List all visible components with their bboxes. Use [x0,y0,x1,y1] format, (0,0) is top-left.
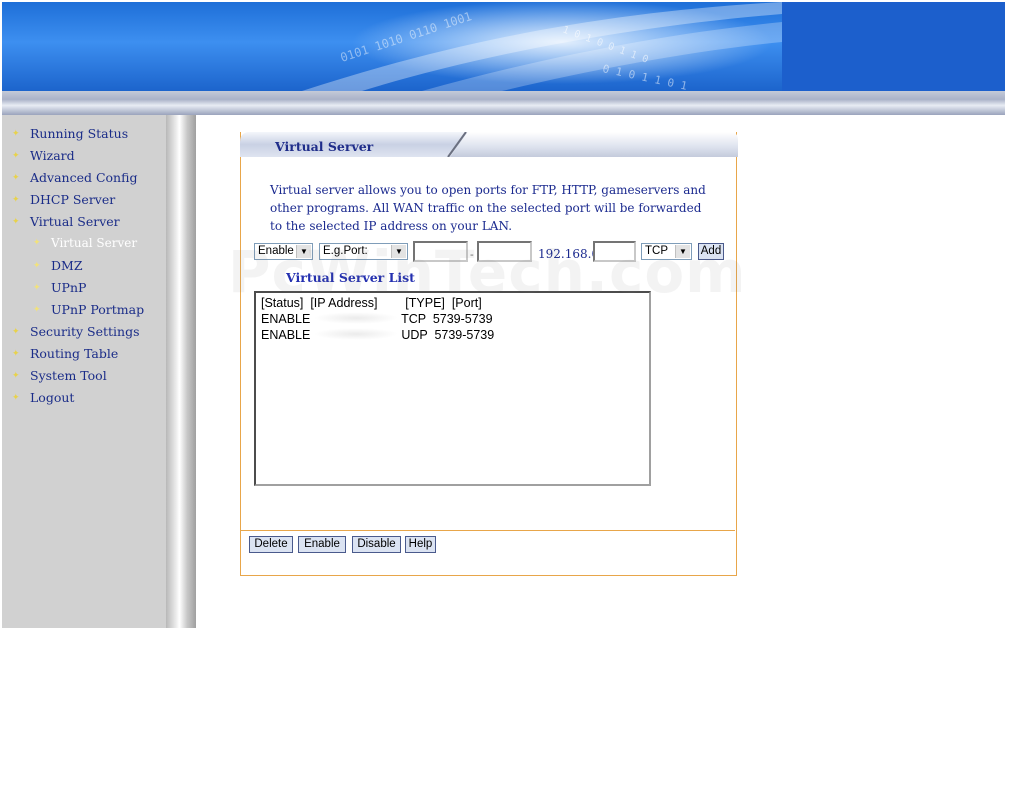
sidebar-item-logout[interactable]: ✦ Logout [12,390,74,405]
sidebar-item-label: DHCP Server [30,192,116,207]
banner-decoration: 0101 1010 0110 1001 1 0 1 0 0 1 1 0 0 1 … [302,2,1005,91]
list-title: Virtual Server List [286,270,415,285]
protocol-type-select-value: TCP [645,245,668,257]
port-preset-select[interactable]: E.g.Port: ▼ [319,243,408,260]
star-bullet-icon: ✦ [33,283,41,293]
sidebar-item-advanced-config[interactable]: ✦ Advanced Config [12,170,137,185]
sidebar-edge [166,115,196,628]
sidebar-item-system-tool[interactable]: ✦ System Tool [12,368,107,383]
sidebar-item-label: Security Settings [30,324,140,339]
sidebar-item-security-settings[interactable]: ✦ Security Settings [12,324,140,339]
sidebar-item-label: System Tool [30,368,107,383]
star-bullet-icon: ✦ [12,349,20,359]
sidebar-item-label: Virtual Server [30,214,120,229]
ip-last-octet-input[interactable] [593,241,636,262]
star-bullet-icon: ✦ [12,195,20,205]
star-bullet-icon: ✦ [12,327,20,337]
header-band [2,91,1005,115]
protocol-type-select[interactable]: TCP ▼ [641,243,692,260]
redacted-ip-address [313,328,398,340]
star-bullet-icon: ✦ [12,371,20,381]
star-bullet-icon: ✦ [33,261,41,271]
star-bullet-icon: ✦ [12,129,20,139]
help-button[interactable]: Help [405,536,436,553]
sidebar-item-label: DMZ [51,258,83,273]
sidebar-item-label: UPnP [51,280,87,295]
star-bullet-icon: ✦ [33,305,41,315]
sidebar-item-label: Virtual Server [51,236,138,250]
list-item[interactable]: ENABLE TCP 5739-5739 [261,311,644,327]
star-bullet-icon: ✦ [33,238,41,248]
sidebar-item-label: Routing Table [30,346,119,361]
port-preset-select-value: E.g.Port: [323,245,368,257]
port-range-separator: - [470,248,474,261]
sidebar-subitem-upnp[interactable]: ✦ UPnP [33,280,86,295]
sidebar-item-label: Advanced Config [30,170,138,185]
star-bullet-icon: ✦ [12,173,20,183]
port-start-input[interactable] [413,241,468,262]
star-bullet-icon: ✦ [12,393,20,403]
sidebar-item-label: Logout [30,390,75,405]
sidebar-item-label: Wizard [30,148,75,163]
chevron-down-icon: ▼ [675,245,690,258]
delete-button[interactable]: Delete [249,536,293,553]
sidebar-item-routing-table[interactable]: ✦ Routing Table [12,346,118,361]
sidebar-subitem-upnp-portmap[interactable]: ✦ UPnP Portmap [33,302,144,317]
status-select[interactable]: Enable ▼ [254,243,313,260]
list-item[interactable]: ENABLE UDP 5739-5739 [261,327,644,343]
sidebar-item-running-status[interactable]: ✦ Running Status [12,126,128,141]
star-bullet-icon: ✦ [12,151,20,161]
sidebar-subitem-dmz[interactable]: ✦ DMZ [33,258,83,273]
enable-button[interactable]: Enable [298,536,346,553]
sidebar-item-dhcp-server[interactable]: ✦ DHCP Server [12,192,115,207]
sidebar-item-virtual-server[interactable]: ✦ Virtual Server [12,214,120,229]
sidebar-subitem-virtual-server[interactable]: ✦ Virtual Server [33,236,137,250]
list-header: [Status] [IP Address] [TYPE] [Port] [261,296,482,310]
virtual-server-listbox[interactable]: [Status] [IP Address] [TYPE] [Port] ENABL… [254,291,651,486]
disable-button[interactable]: Disable [352,536,401,553]
panel-divider [241,530,735,531]
svg-text:0 1 0 1 1 0 1: 0 1 0 1 1 0 1 [601,62,688,91]
sidebar-item-wizard[interactable]: ✦ Wizard [12,148,75,163]
status-select-value: Enable [258,245,294,257]
sidebar-item-label: Running Status [30,126,129,141]
header-banner: 0101 1010 0110 1001 1 0 1 0 0 1 1 0 0 1 … [2,2,1005,91]
sidebar-item-label: UPnP Portmap [51,302,145,317]
chevron-down-icon: ▼ [296,245,311,258]
panel-description: Virtual server allows you to open ports … [270,183,706,233]
panel-title: Virtual Server [275,139,374,154]
add-button[interactable]: Add [698,243,724,260]
star-bullet-icon: ✦ [12,217,20,227]
redacted-ip-address [313,312,398,324]
port-end-input[interactable] [477,241,532,262]
chevron-down-icon: ▼ [391,245,406,258]
